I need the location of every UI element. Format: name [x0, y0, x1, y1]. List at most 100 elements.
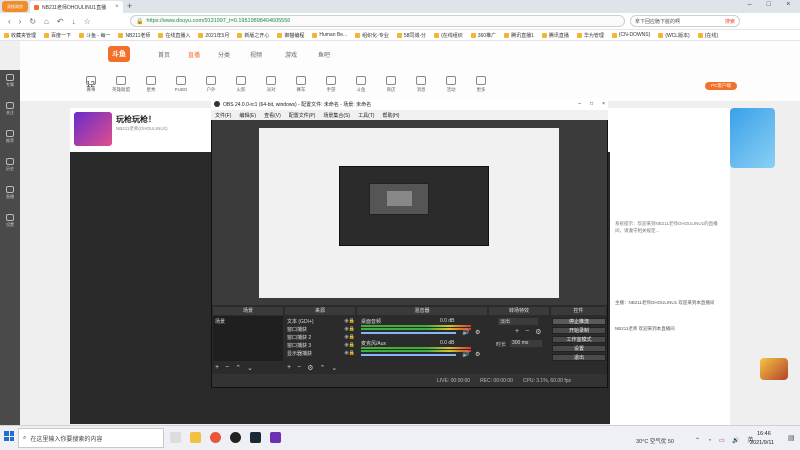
rail-item[interactable]: 推荐 — [3, 128, 17, 148]
remove-source-icon[interactable]: − — [297, 364, 301, 372]
bookmark-item[interactable]: {在线组织 — [434, 32, 463, 39]
star-icon[interactable]: ☆ — [84, 17, 91, 26]
browser-brand[interactable]: 双核浏览 — [2, 1, 28, 12]
obs-menu-item[interactable]: 帮助(H) — [382, 112, 399, 119]
forward-icon[interactable]: › — [19, 17, 22, 26]
nav-icon-item[interactable]: 赛车 — [288, 76, 314, 93]
bookmark-item[interactable]: 斗鱼 - 每一 — [79, 32, 110, 39]
remove-transition-icon[interactable]: − — [525, 328, 529, 336]
rail-item[interactable]: 设置 — [3, 212, 17, 232]
refresh-icon[interactable]: ↻ — [29, 17, 36, 26]
close-window-icon[interactable]: × — [786, 1, 790, 12]
address-bar[interactable]: 🔒 https://www.douyu.com/9131997_t=0.1951… — [130, 15, 625, 27]
add-scene-icon[interactable]: + — [215, 364, 219, 372]
source-item[interactable]: 文本 (GDI+) ◉🔒 — [287, 318, 355, 325]
scene-down-icon[interactable]: ⌄ — [247, 364, 253, 372]
source-visibility-icon[interactable]: ◉🔒 — [344, 318, 355, 325]
obs-menu-item[interactable]: 查看(V) — [264, 112, 281, 119]
bookmark-item[interactable]: {WCL版本} — [658, 32, 690, 39]
bookmark-item[interactable]: Human Be... — [312, 32, 347, 38]
bookmark-item[interactable]: 2021年5月 — [198, 32, 229, 39]
explorer-icon[interactable] — [190, 432, 201, 443]
bookmark-item[interactable]: 百度一下 — [44, 32, 71, 39]
nav-video[interactable]: 视频 — [250, 50, 262, 59]
control-button[interactable]: 退出 — [552, 354, 606, 361]
nav-icon-item[interactable]: 活动 — [438, 76, 464, 93]
minimize-icon[interactable]: – — [748, 1, 752, 12]
scene-up-icon[interactable]: ⌃ — [235, 364, 241, 372]
obs-menu-item[interactable]: 编辑(E) — [239, 112, 256, 119]
nav-games[interactable]: 游戏 — [285, 50, 297, 59]
bookmark-item[interactable]: 58同城-分 — [396, 32, 426, 39]
speaker-icon[interactable]: 🔊 — [462, 329, 469, 336]
nav-icon-item[interactable]: 赛事 — [78, 76, 104, 93]
pc-client-button[interactable]: PC客户端 — [705, 82, 737, 90]
nav-icon-item[interactable]: 更多 — [468, 76, 494, 93]
obs-menu-item[interactable]: 配置文件(P) — [289, 112, 316, 119]
obs-menu-item[interactable]: 工具(T) — [358, 112, 374, 119]
remove-scene-icon[interactable]: − — [225, 364, 229, 372]
tray-icons[interactable]: ⌃ ◔ ▭ 🔊 英 — [695, 435, 756, 444]
source-visibility-icon[interactable]: ◉🔒 — [344, 350, 355, 357]
notification-icon[interactable]: ▤ — [788, 434, 795, 442]
rail-item[interactable]: 专属 — [3, 72, 17, 92]
maximize-icon[interactable]: □ — [767, 1, 771, 12]
search-button[interactable]: 搜索 — [725, 18, 735, 25]
search-box[interactable]: 拿下回应脆下脏的啊 搜索 — [630, 15, 740, 27]
add-source-icon[interactable]: + — [287, 364, 291, 372]
obs-menu-item[interactable]: 文件(F) — [215, 112, 231, 119]
bookmark-item[interactable]: {CN-DOWNS} — [611, 32, 650, 38]
promo-banner[interactable] — [730, 108, 775, 168]
add-transition-icon[interactable]: + — [515, 328, 519, 336]
rail-item[interactable]: 关注 — [3, 100, 17, 120]
transition-select[interactable]: 淡出 — [498, 318, 538, 325]
home-icon[interactable]: ⌂ — [44, 17, 49, 26]
nav-icon-item[interactable]: 手游 — [318, 76, 344, 93]
nav-category[interactable]: 分类 — [218, 50, 230, 59]
nav-icon-item[interactable]: 派对 — [258, 76, 284, 93]
app-icon[interactable] — [270, 432, 281, 443]
bookmark-item[interactable]: NB211老师 — [118, 32, 150, 39]
nav-icon-item[interactable]: PUBG — [168, 76, 194, 92]
bookmark-item[interactable]: 腾讯直播 — [541, 32, 569, 39]
source-visibility-icon[interactable]: ◉🔒 — [344, 334, 355, 341]
source-item[interactable]: 显示器捕获 ◉🔒 — [287, 350, 355, 357]
taskbar-search-input[interactable]: 在这里输入你要搜索的内容 — [30, 434, 102, 443]
control-button[interactable]: 停止推流 — [552, 318, 606, 325]
undo-icon[interactable]: ↶ — [57, 17, 64, 26]
source-item[interactable]: 窗口捕获 3 ◉🔒 — [287, 342, 355, 349]
obs-minimize-icon[interactable]: – — [578, 101, 581, 107]
tab-close-icon[interactable]: × — [115, 4, 119, 10]
transition-settings-icon[interactable]: ⚙ — [535, 328, 541, 336]
nav-icon-item[interactable]: 英雄联盟 — [108, 76, 134, 93]
download-icon[interactable]: ↓ — [72, 17, 76, 26]
weather[interactable]: 30°C 空气优 50 — [636, 437, 674, 445]
control-button[interactable]: 开始录制 — [552, 327, 606, 334]
steam-icon[interactable] — [250, 432, 261, 443]
mixer-volume-slider[interactable] — [361, 354, 456, 356]
duration-input[interactable]: 300 ms — [510, 340, 542, 347]
streamer-avatar[interactable] — [74, 112, 112, 146]
nav-icon-item[interactable]: 消息 — [408, 76, 434, 93]
source-item[interactable]: 窗口捕获 ◉🔒 — [287, 326, 355, 333]
taskbar-search[interactable]: ⌕ 在这里输入你要搜索的内容 — [18, 428, 164, 448]
obs-taskbar-icon[interactable] — [230, 432, 241, 443]
bookmark-item[interactable]: {在线} — [697, 32, 718, 39]
control-button[interactable]: 设置 — [552, 345, 606, 352]
rail-item[interactable]: 直播 — [3, 184, 17, 204]
bookmark-item[interactable]: 华为管理 — [576, 32, 604, 39]
obs-close-icon[interactable]: × — [602, 101, 605, 107]
bookmark-item[interactable]: 组织化-专业 — [355, 32, 389, 39]
rail-item[interactable]: 历史 — [3, 156, 17, 176]
mixer-settings-icon[interactable]: ⚙ — [475, 329, 480, 336]
nav-icon-item[interactable]: 户外 — [198, 76, 224, 93]
site-logo[interactable]: 斗鱼 — [108, 46, 130, 62]
nav-icon-item[interactable]: 火影 — [228, 76, 254, 93]
source-visibility-icon[interactable]: ◉🔒 — [344, 326, 355, 333]
browser-tab[interactable]: NB211老师OHOULINU1直播 × — [30, 1, 123, 13]
browser-taskbar-icon[interactable] — [210, 432, 221, 443]
source-item[interactable]: 窗口捕获 2 ◉🔒 — [287, 334, 355, 341]
nav-icon-item[interactable]: 星秀 — [138, 76, 164, 93]
mixer-settings-icon[interactable]: ⚙ — [475, 351, 480, 358]
nav-home[interactable]: 首页 — [158, 50, 170, 59]
